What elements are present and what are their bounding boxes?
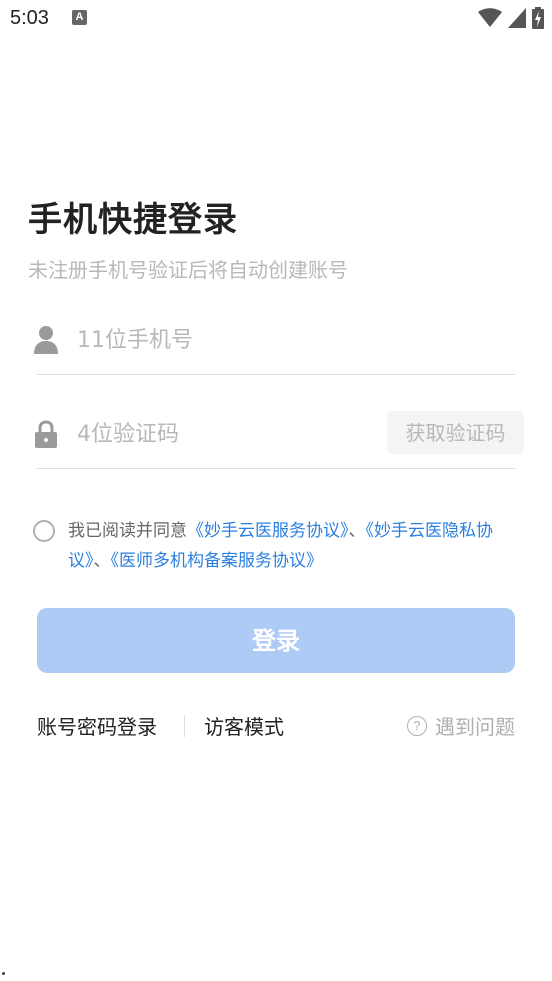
filing-agreement-link[interactable]: 《医师多机构备案服务协议》	[111, 551, 324, 571]
user-icon	[34, 326, 58, 354]
agreement-prefix: 我已阅读并同意	[68, 521, 187, 541]
signal-icon	[508, 8, 526, 28]
help-link[interactable]: ? 遇到问题	[407, 711, 515, 740]
code-field: 获取验证码	[35, 403, 524, 469]
page-subtitle: 未注册手机号验证后将自动创建账号	[28, 258, 348, 282]
page-title: 手机快捷登录	[28, 200, 238, 240]
password-login-link[interactable]: 账号密码登录	[37, 711, 157, 740]
status-icons	[478, 7, 544, 29]
phone-field	[34, 309, 515, 375]
help-icon: ?	[407, 715, 427, 736]
help-label: 遇到问题	[435, 715, 515, 739]
status-bar: 5:03 A	[0, 0, 552, 38]
corner-dot	[2, 972, 5, 975]
link-divider	[184, 715, 185, 737]
notification-icon: A	[72, 10, 87, 25]
phone-input[interactable]	[77, 323, 377, 357]
battery-charging-icon	[532, 7, 544, 29]
get-code-button[interactable]: 获取验证码	[387, 411, 524, 454]
wifi-icon	[478, 8, 502, 27]
lock-icon	[35, 420, 57, 448]
guest-mode-link[interactable]: 访客模式	[204, 711, 284, 740]
service-agreement-link[interactable]: 《妙手云医服务协议》	[187, 521, 349, 541]
agreement-text: 我已阅读并同意《妙手云医服务协议》、《妙手云医隐私协议》、《医师多机构备案服务协…	[68, 516, 518, 576]
agreement-separator: 、	[93, 551, 111, 571]
login-button[interactable]: 登录	[37, 608, 515, 673]
status-time: 5:03	[10, 7, 49, 29]
agree-checkbox[interactable]	[33, 520, 55, 542]
agreement-separator: 、	[348, 521, 366, 541]
code-input[interactable]	[77, 417, 377, 451]
